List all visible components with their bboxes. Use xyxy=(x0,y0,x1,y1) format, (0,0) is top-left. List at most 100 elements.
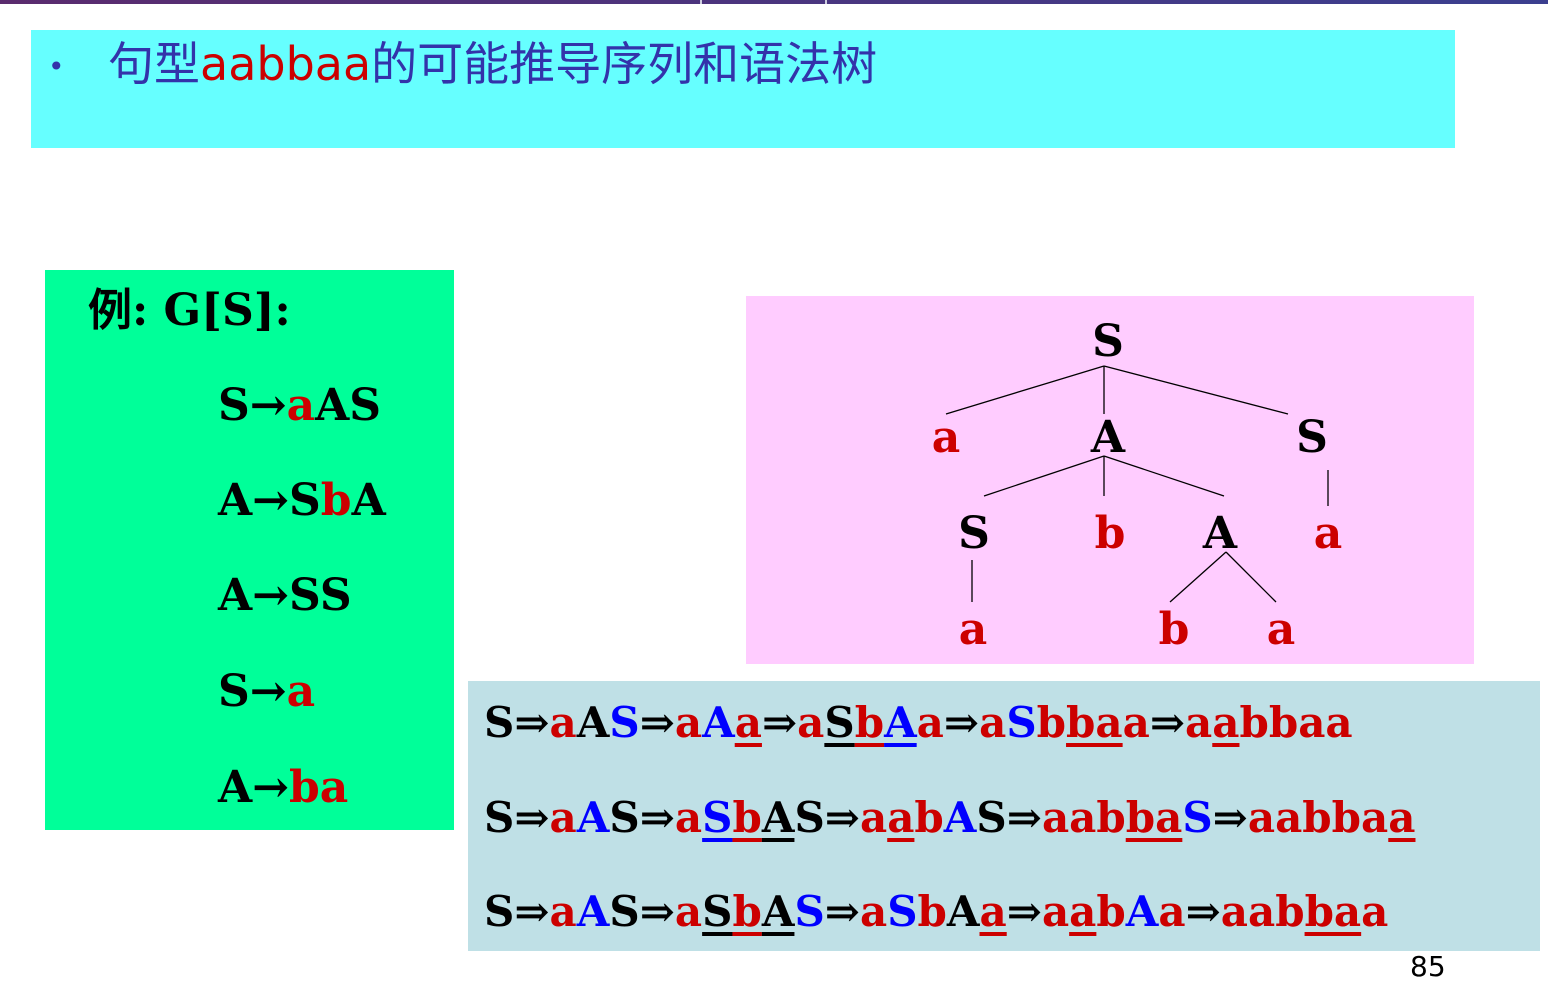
derive-arrow: ⇒ xyxy=(639,793,675,842)
derivation-symbol: A xyxy=(576,698,610,747)
derive-arrow: ⇒ xyxy=(639,698,675,747)
title-prefix: 句型 xyxy=(108,37,200,91)
tree-node: A xyxy=(1202,508,1238,559)
derivation-symbol: a xyxy=(859,793,888,842)
tree-node: b xyxy=(1159,604,1190,655)
derivation-symbol: S xyxy=(609,698,640,747)
derivation-symbol: ba xyxy=(1125,793,1183,842)
derivation-symbol: A xyxy=(1125,887,1159,936)
derivation-symbol: a xyxy=(1361,887,1389,936)
rule-rhs-symbol: AS xyxy=(315,380,382,431)
derive-arrow: ⇒ xyxy=(824,887,860,936)
derivation-symbol: ba xyxy=(1066,698,1123,747)
grammar-heading: 例: G[S]: xyxy=(88,285,291,336)
rule-arrow: → xyxy=(252,570,290,621)
page-number: 85 xyxy=(1410,950,1446,983)
derivation-symbol: b xyxy=(1096,887,1126,936)
derivation-symbol: S xyxy=(824,698,855,747)
rule-rhs-symbol: SS xyxy=(289,570,352,621)
top-bar xyxy=(0,0,1548,4)
rule-lhs: A xyxy=(218,570,253,621)
derivation-symbol: S xyxy=(794,793,825,842)
slide-title: 句型aabbaa的可能推导序列和语法树 xyxy=(108,32,877,96)
tree-node: a xyxy=(1314,508,1343,559)
derivation-symbol: a xyxy=(859,887,888,936)
parse-tree: Sa A SS b Aaa b a xyxy=(932,316,1343,655)
derivation-symbol: a xyxy=(979,887,1007,936)
derivation-symbol: S xyxy=(702,793,733,842)
derivation-symbol: A xyxy=(943,793,977,842)
grammar-rule: A→SbA xyxy=(218,475,386,528)
tree-edge xyxy=(945,365,1105,415)
derive-arrow: ⇒ xyxy=(514,887,550,936)
derivation-symbol: b xyxy=(854,698,885,747)
derivation-symbol: S xyxy=(484,887,515,936)
derivation-symbol: b xyxy=(917,887,947,936)
derivation-symbol: A xyxy=(576,887,610,936)
grammar-rule: S→aAS xyxy=(218,380,381,433)
top-bar-tick xyxy=(825,0,827,4)
grammar-rule: S→a xyxy=(218,666,315,719)
derivation-symbol: a xyxy=(674,887,703,936)
derivation-symbol: a xyxy=(916,698,944,747)
rule-arrow: → xyxy=(249,666,287,717)
derive-arrow: ⇒ xyxy=(514,698,550,747)
derivation-symbol: a xyxy=(674,793,703,842)
derivation-symbol: S xyxy=(609,793,640,842)
rule-lhs: A xyxy=(218,475,253,526)
tree-node: b xyxy=(1095,508,1126,559)
tree-node: S xyxy=(1296,412,1328,463)
grammar-panel xyxy=(45,270,454,830)
rule-lhs: S xyxy=(218,666,250,717)
derivation-symbol: ba xyxy=(1304,887,1362,936)
derivation-symbol: a xyxy=(549,698,577,747)
rule-rhs-symbol: b xyxy=(320,475,352,526)
derivation-symbol: a xyxy=(1158,887,1186,936)
tree-node: a xyxy=(959,604,988,655)
derivation-symbol: a xyxy=(1388,793,1416,842)
rule-arrow: → xyxy=(249,380,287,431)
tree-edge xyxy=(1169,551,1227,603)
derivation-line: S⇒aAS⇒aAa⇒aSbAa⇒aSbbaa⇒aabbaa xyxy=(484,698,1353,748)
tree-node: A xyxy=(1090,412,1126,463)
derivation-symbol: S xyxy=(702,887,733,936)
derivation-symbol: a xyxy=(549,793,577,842)
title-suffix: 的可能推导序列和语法树 xyxy=(371,37,878,91)
derivation-symbol: A xyxy=(702,698,735,747)
derivation-symbol: a xyxy=(1069,887,1097,936)
derivation-symbol: b xyxy=(732,887,762,936)
title-bullet: • xyxy=(48,50,65,83)
derive-arrow: ⇒ xyxy=(1006,793,1042,842)
rule-rhs-symbol: ba xyxy=(289,762,349,813)
derivation-symbol: a xyxy=(797,698,825,747)
derive-arrow: ⇒ xyxy=(761,698,798,747)
derivation-symbol: S xyxy=(887,887,918,936)
derive-arrow: ⇒ xyxy=(1149,698,1186,747)
tree-node: S xyxy=(958,508,990,559)
derivation-symbol: S xyxy=(609,887,640,936)
derive-arrow: ⇒ xyxy=(1185,887,1221,936)
derive-arrow: ⇒ xyxy=(514,793,550,842)
derivation-symbol: A xyxy=(761,793,795,842)
derive-arrow: ⇒ xyxy=(1006,887,1042,936)
derivation-symbol: a xyxy=(1185,698,1213,747)
derive-arrow: ⇒ xyxy=(943,698,980,747)
derivation-symbol: a xyxy=(979,698,1007,747)
derivation-symbol: S xyxy=(1006,698,1037,747)
derivation-symbol: bbaa xyxy=(1239,698,1353,747)
title-sentence: aabbaa xyxy=(200,37,372,91)
derivation-symbol: a xyxy=(1122,698,1150,747)
derivation-line: S⇒aAS⇒aSbAS⇒aSbAa⇒aabAa⇒aabbaa xyxy=(484,887,1388,937)
top-bar-tick xyxy=(700,0,702,4)
grammar-rule: A→ba xyxy=(218,762,348,815)
derivation-symbol: A xyxy=(884,698,917,747)
rule-arrow: → xyxy=(252,475,290,526)
derivation-symbol: aabba xyxy=(1247,793,1389,842)
derivation-symbol: A xyxy=(761,887,795,936)
derivation-line: S⇒aAS⇒aSbAS⇒aabAS⇒aabbaS⇒aabbaa xyxy=(484,793,1415,843)
rule-rhs-symbol: a xyxy=(286,666,316,717)
derivation-symbol: S xyxy=(976,793,1007,842)
derivation-symbol: b xyxy=(1036,698,1067,747)
tree-node: S xyxy=(1092,316,1124,367)
derivation-symbol: S xyxy=(484,698,515,747)
